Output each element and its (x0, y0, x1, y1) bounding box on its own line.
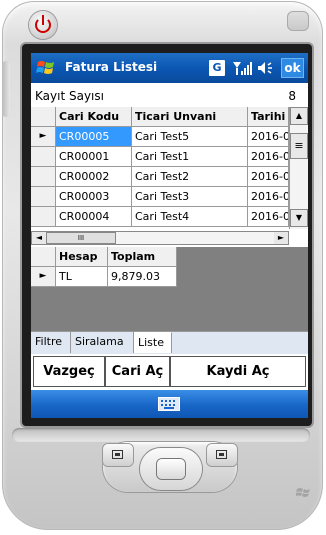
cell-cari-kodu[interactable]: CR00002 (56, 167, 132, 187)
scroll-down-icon[interactable]: ▼ (290, 209, 308, 227)
tab-bar: Filtre Siralama Liste (31, 331, 308, 354)
horizontal-scroll-thumb[interactable]: III (46, 232, 116, 244)
cell-ticari-unvani[interactable]: Cari Test5 (132, 127, 248, 147)
cell-toplam[interactable]: 9,879.03 (108, 267, 177, 287)
column-header-ticari-unvani[interactable]: Ticari Unvani (132, 107, 248, 127)
signal-icon[interactable] (232, 60, 254, 76)
stylus-slot (287, 11, 309, 31)
scroll-up-icon[interactable]: ▲ (290, 107, 308, 125)
open-record-button[interactable]: Kaydi Aç (170, 356, 306, 387)
row-indicator-icon[interactable]: ► (31, 267, 56, 287)
column-header-toplam[interactable]: Toplam (108, 247, 177, 267)
windows-flag-icon[interactable] (35, 58, 57, 78)
cell-tarihi[interactable]: 2016-0 (248, 147, 289, 167)
summary-grid[interactable]: Hesap Toplam ► TL 9,879.03 (31, 247, 177, 287)
dpad-center-button[interactable] (157, 459, 185, 479)
column-header-cari-kodu[interactable]: Cari Kodu (56, 107, 132, 127)
cell-ticari-unvani[interactable]: Cari Test3 (132, 187, 248, 207)
cell-tarihi[interactable]: 2016-0 (248, 187, 289, 207)
ok-button[interactable]: ok (281, 58, 304, 78)
action-buttons: Vazgeç Cari Aç Kaydi Aç (31, 354, 308, 389)
record-count-row: Kayıt Sayısı 8 (31, 85, 308, 107)
open-account-button[interactable]: Cari Aç (105, 356, 170, 387)
volume-icon[interactable] (257, 60, 275, 76)
cell-tarihi[interactable]: 2016-0 (248, 207, 289, 227)
record-count-value: 8 (288, 89, 296, 103)
invoice-grid[interactable]: Cari Kodu Ticari Unvani Tarihi ► CR00005… (31, 107, 308, 231)
row-indicator-icon[interactable]: ► (31, 127, 56, 147)
screen: Fatura Listesi G ok Kayıt Sayısı 8 Cari … (31, 53, 308, 418)
cell-tarihi[interactable]: 2016-0 (248, 127, 289, 147)
right-softkey-icon (216, 450, 227, 459)
soft-key-bar (31, 390, 308, 418)
cell-ticari-unvani[interactable]: Cari Test1 (132, 147, 248, 167)
horizontal-scrollbar[interactable]: ◄ III ► (31, 231, 289, 245)
cancel-button[interactable]: Vazgeç (33, 356, 105, 387)
windows-logo-icon (296, 488, 310, 497)
vertical-scrollbar[interactable]: ▲ ≡ ▼ (289, 107, 308, 229)
g-status-icon[interactable]: G (209, 60, 225, 76)
grid-corner-header (31, 107, 56, 127)
left-softkey-icon (112, 450, 123, 459)
scroll-thumb[interactable]: ≡ (290, 133, 308, 159)
scroll-right-icon[interactable]: ► (274, 232, 288, 244)
cell-tarihi[interactable]: 2016-0 (248, 167, 289, 187)
cell-cari-kodu[interactable]: CR00005 (56, 127, 132, 147)
cell-ticari-unvani[interactable]: Cari Test2 (132, 167, 248, 187)
tab-filtre[interactable]: Filtre (31, 332, 71, 353)
record-count-label: Kayıt Sayısı (35, 89, 104, 103)
keyboard-icon[interactable] (158, 397, 180, 411)
column-header-tarihi[interactable]: Tarihi (248, 107, 289, 127)
cell-cari-kodu[interactable]: CR00001 (56, 147, 132, 167)
scroll-left-icon[interactable]: ◄ (32, 232, 46, 244)
row-header[interactable] (31, 207, 56, 227)
summary-corner-header (31, 247, 56, 267)
side-key[interactable] (2, 61, 10, 117)
row-header[interactable] (31, 167, 56, 187)
right-softkey-button[interactable] (207, 444, 237, 466)
power-button[interactable] (29, 11, 57, 39)
column-header-hesap[interactable]: Hesap (56, 247, 108, 267)
left-softkey-button[interactable] (103, 444, 133, 466)
app-title: Fatura Listesi (65, 60, 158, 74)
row-header[interactable] (31, 147, 56, 167)
hardware-button-strip (12, 428, 310, 442)
tab-siralama[interactable]: Siralama (71, 332, 134, 353)
title-bar: Fatura Listesi G ok (31, 53, 308, 83)
cell-ticari-unvani[interactable]: Cari Test4 (132, 207, 248, 227)
cell-cari-kodu[interactable]: CR00003 (56, 187, 132, 207)
tab-liste[interactable]: Liste (134, 332, 172, 353)
cell-cari-kodu[interactable]: CR00004 (56, 207, 132, 227)
cell-hesap[interactable]: TL (56, 267, 108, 287)
row-header[interactable] (31, 187, 56, 207)
